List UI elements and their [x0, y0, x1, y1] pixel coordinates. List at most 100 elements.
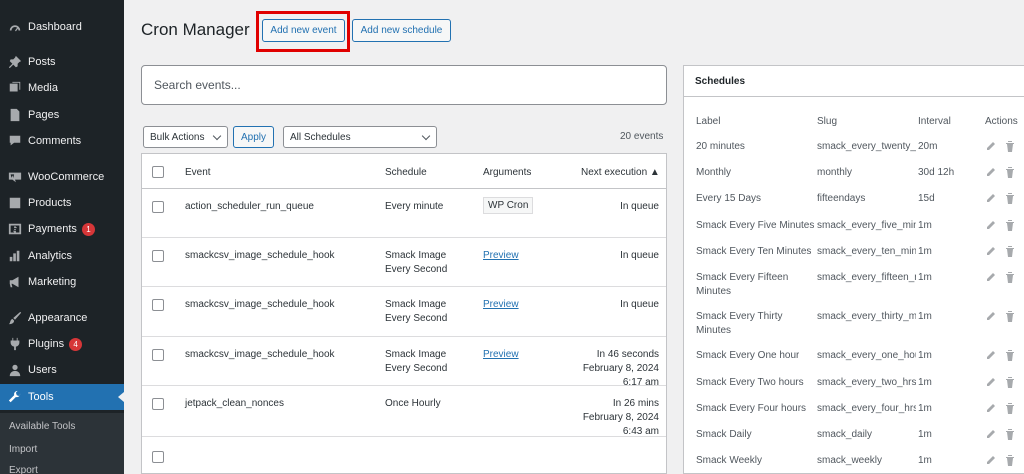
- row-checkbox[interactable]: [152, 299, 164, 311]
- schedule-label: Smack Every Fifteen Minutes: [696, 271, 788, 299]
- edit-pencil-icon[interactable]: [986, 350, 996, 361]
- sidebar-item-label: Comments: [28, 135, 82, 147]
- sidebar-item-appearance[interactable]: Appearance: [0, 305, 124, 331]
- dashboard-icon: [8, 20, 22, 34]
- sidebar-item-woocommerce[interactable]: WooCommerce: [0, 164, 124, 190]
- delete-trash-icon[interactable]: [1005, 167, 1015, 178]
- submenu-item-available-tools[interactable]: Available Tools: [9, 421, 75, 432]
- preview-link[interactable]: Preview: [483, 298, 519, 312]
- next-execution: In queue: [620, 249, 659, 263]
- delete-trash-icon[interactable]: [1005, 272, 1015, 283]
- sidebar-item-label: Pages: [28, 109, 60, 121]
- schedule-line: Smack Image: [385, 299, 447, 310]
- delete-trash-icon[interactable]: [1005, 455, 1015, 466]
- schedule-label: Every 15 Days: [696, 192, 761, 206]
- next-execution: In queue: [620, 298, 659, 312]
- column-label: Label: [696, 116, 721, 127]
- submenu-item-export[interactable]: Export: [9, 465, 38, 474]
- column-schedule[interactable]: Schedule: [385, 167, 427, 178]
- delete-trash-icon[interactable]: [1005, 403, 1015, 414]
- edit-pencil-icon[interactable]: [986, 377, 996, 388]
- sidebar-item-analytics[interactable]: Analytics: [0, 243, 124, 269]
- sidebar-item-marketing[interactable]: Marketing: [0, 269, 124, 295]
- schedule-line: Every minute: [385, 201, 444, 212]
- schedule-interval: 1m: [918, 220, 932, 231]
- delete-trash-icon[interactable]: [1005, 220, 1015, 231]
- schedule-line: Smack Image: [385, 250, 447, 261]
- edit-pencil-icon[interactable]: [986, 403, 996, 414]
- delete-trash-icon[interactable]: [1005, 350, 1015, 361]
- schedules-panel: Schedules Label Slug Interval Actions 20…: [683, 65, 1024, 474]
- delete-trash-icon[interactable]: [1005, 193, 1015, 204]
- sidebar-item-tools[interactable]: Tools: [0, 384, 124, 410]
- column-next-execution[interactable]: Next execution ▲: [581, 167, 660, 178]
- preview-link[interactable]: Preview: [483, 348, 519, 362]
- schedule-label-line: Smack Every Fifteen: [696, 272, 789, 283]
- events-count: 20 events: [620, 131, 664, 142]
- schedule-label-line: Minutes: [696, 286, 732, 297]
- edit-pencil-icon[interactable]: [986, 455, 996, 466]
- schedule-interval: 1m: [918, 403, 932, 414]
- schedule-label-line: Smack Every Two hours: [696, 377, 804, 388]
- event-name[interactable]: smackcsv_image_schedule_hook: [185, 298, 335, 312]
- users-icon: [8, 363, 22, 377]
- delete-trash-icon[interactable]: [1005, 377, 1015, 388]
- row-checkbox[interactable]: [152, 398, 164, 410]
- sidebar-item-media[interactable]: Media: [0, 75, 124, 101]
- event-name[interactable]: smackcsv_image_schedule_hook: [185, 249, 335, 263]
- next-execution-line: In 26 mins: [612, 398, 659, 409]
- edit-pencil-icon[interactable]: [986, 311, 996, 322]
- update-count-badge: 1: [81, 222, 95, 236]
- schedule-slug: monthly: [817, 167, 853, 178]
- apply-button[interactable]: Apply: [233, 126, 274, 148]
- row-checkbox[interactable]: [152, 451, 164, 463]
- chevron-down-icon: [212, 131, 222, 141]
- row-checkbox[interactable]: [152, 250, 164, 262]
- sidebar-item-comments[interactable]: Comments: [0, 128, 124, 154]
- schedule-label: Smack Every Thirty Minutes: [696, 310, 783, 338]
- edit-pencil-icon[interactable]: [986, 246, 996, 257]
- delete-trash-icon[interactable]: [1005, 429, 1015, 440]
- sidebar-item-payments[interactable]: Payments 1: [0, 216, 124, 242]
- sidebar-item-posts[interactable]: Posts: [0, 49, 124, 75]
- add-new-schedule-button[interactable]: Add new schedule: [352, 19, 451, 42]
- schedules-header: Schedules: [684, 66, 1024, 97]
- edit-pencil-icon[interactable]: [986, 429, 996, 440]
- event-name[interactable]: action_scheduler_run_queue: [185, 200, 314, 214]
- sidebar-item-users[interactable]: Users: [0, 357, 124, 383]
- search-input[interactable]: Search events...: [141, 65, 667, 105]
- sidebar-item-label: Appearance: [28, 312, 88, 324]
- delete-trash-icon[interactable]: [1005, 311, 1015, 322]
- sidebar-item-label: Tools: [28, 391, 54, 403]
- edit-pencil-icon[interactable]: [986, 167, 996, 178]
- submenu-item-import[interactable]: Import: [9, 444, 37, 455]
- edit-pencil-icon[interactable]: [986, 220, 996, 231]
- delete-trash-icon[interactable]: [1005, 141, 1015, 152]
- column-arguments[interactable]: Arguments: [483, 167, 531, 178]
- schedule-line: Every Second: [385, 313, 448, 324]
- row-checkbox[interactable]: [152, 349, 164, 361]
- schedule-filter-select[interactable]: All Schedules: [283, 126, 437, 148]
- select-all-checkbox[interactable]: [152, 166, 164, 178]
- schedule-interval: 1m: [918, 246, 932, 257]
- schedule-interval: 30d 12h: [918, 167, 955, 178]
- schedule-line: Every Second: [385, 264, 448, 275]
- event-name[interactable]: smackcsv_image_schedule_hook: [185, 348, 335, 362]
- sidebar-item-pages[interactable]: Pages: [0, 102, 124, 128]
- sidebar-item-products[interactable]: Products: [0, 190, 124, 216]
- sidebar-item-dashboard[interactable]: Dashboard: [0, 14, 124, 40]
- delete-trash-icon[interactable]: [1005, 246, 1015, 257]
- row-checkbox[interactable]: [152, 201, 164, 213]
- sidebar-item-label: Payments: [28, 223, 77, 235]
- edit-pencil-icon[interactable]: [986, 141, 996, 152]
- arguments-tag: WP Cron: [483, 197, 534, 214]
- edit-pencil-icon[interactable]: [986, 272, 996, 283]
- schedule-interval: 15d: [918, 193, 935, 204]
- bulk-actions-select[interactable]: Bulk Actions: [143, 126, 228, 148]
- column-event[interactable]: Event: [185, 167, 211, 178]
- edit-pencil-icon[interactable]: [986, 193, 996, 204]
- sidebar-item-plugins[interactable]: Plugins 4: [0, 331, 124, 357]
- preview-link[interactable]: Preview: [483, 249, 519, 263]
- schedule-label-line: Every 15 Days: [696, 193, 762, 204]
- event-name[interactable]: jetpack_clean_nonces: [185, 397, 284, 411]
